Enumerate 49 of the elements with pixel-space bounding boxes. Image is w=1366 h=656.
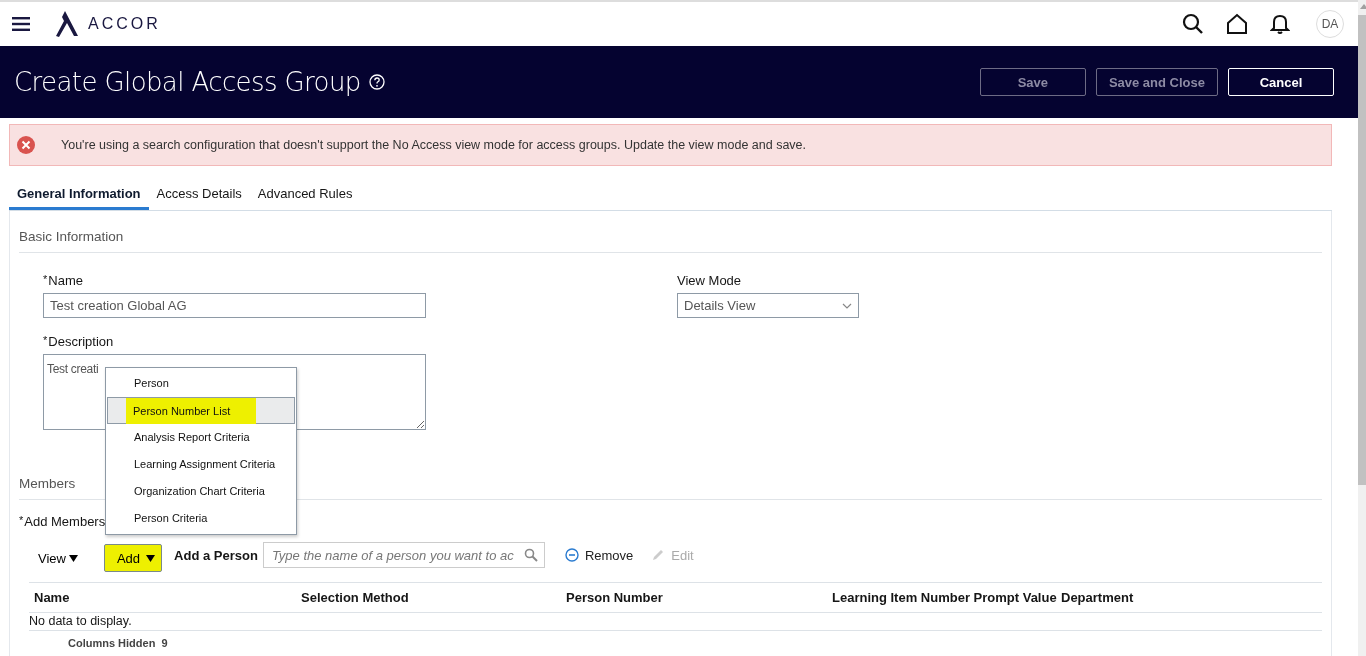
column-header: Name	[33, 590, 71, 605]
tab[interactable]: Access Details	[148, 181, 250, 210]
empty-message: No data to display.	[29, 613, 1322, 631]
add-button[interactable]: Add	[103, 544, 163, 572]
field-label: Description	[48, 334, 114, 349]
required-icon: *	[43, 273, 48, 288]
tab[interactable]: General Information	[9, 181, 149, 210]
view-menu-button[interactable]: View	[29, 544, 82, 566]
home-icon[interactable]	[1226, 13, 1248, 35]
pencil-icon	[651, 548, 666, 562]
section-heading: Basic Information	[19, 228, 125, 246]
field-label: Name	[48, 273, 83, 288]
column-header: Person Number	[565, 590, 664, 605]
tab[interactable]: Advanced Rules	[249, 181, 361, 210]
field-label: View Mode	[677, 273, 742, 288]
name-input[interactable]: Test creation Global AG	[43, 293, 426, 318]
chevron-down-icon	[842, 302, 852, 309]
section-heading: Members	[19, 475, 76, 493]
menu-item[interactable]: Person Number List	[107, 397, 295, 424]
error-message: You're using a search configuration that doesn't support the No Access view mode for access groups. Update the view mode and save.	[61, 138, 807, 152]
view-mode-select[interactable]: Details View	[677, 293, 859, 318]
caret-icon	[146, 554, 156, 562]
person-search-field[interactable]: Type the name of a person you want to ac	[262, 542, 545, 568]
minus-circle-icon	[564, 548, 579, 562]
search-icon[interactable]	[1182, 13, 1204, 35]
menu-item[interactable]: Person Criteria	[107, 505, 295, 532]
menu-icon[interactable]	[12, 17, 30, 31]
required-icon: *	[19, 514, 24, 529]
bell-icon[interactable]	[1270, 13, 1290, 35]
menu-item[interactable]: Learning Assignment Criteria	[107, 451, 295, 478]
field-label: Add Members	[24, 514, 106, 529]
page-title: Create Global Access Group	[14, 67, 361, 97]
field-label: Add a Person	[174, 547, 258, 563]
status-count: 9	[161, 637, 168, 649]
column-header: Learning Item Number Prompt Value	[831, 590, 1056, 605]
caret-icon	[68, 554, 78, 562]
logo-icon	[54, 11, 78, 37]
help-icon[interactable]	[368, 74, 385, 90]
status-label: Columns Hidden	[68, 637, 156, 649]
column-header: Department	[1060, 590, 1135, 605]
cancel-button[interactable]: Cancel	[1228, 68, 1334, 96]
menu-item[interactable]: Person	[107, 370, 295, 397]
menu-item[interactable]: Analysis Report Criteria	[107, 424, 295, 451]
error-icon	[17, 136, 35, 154]
column-header: Selection Method	[300, 590, 410, 605]
logo-text: ACCOR	[88, 15, 161, 33]
menu-item[interactable]: Organization Chart Criteria	[107, 478, 295, 505]
required-icon: *	[43, 334, 48, 349]
remove-button[interactable]: Remove	[558, 546, 640, 564]
